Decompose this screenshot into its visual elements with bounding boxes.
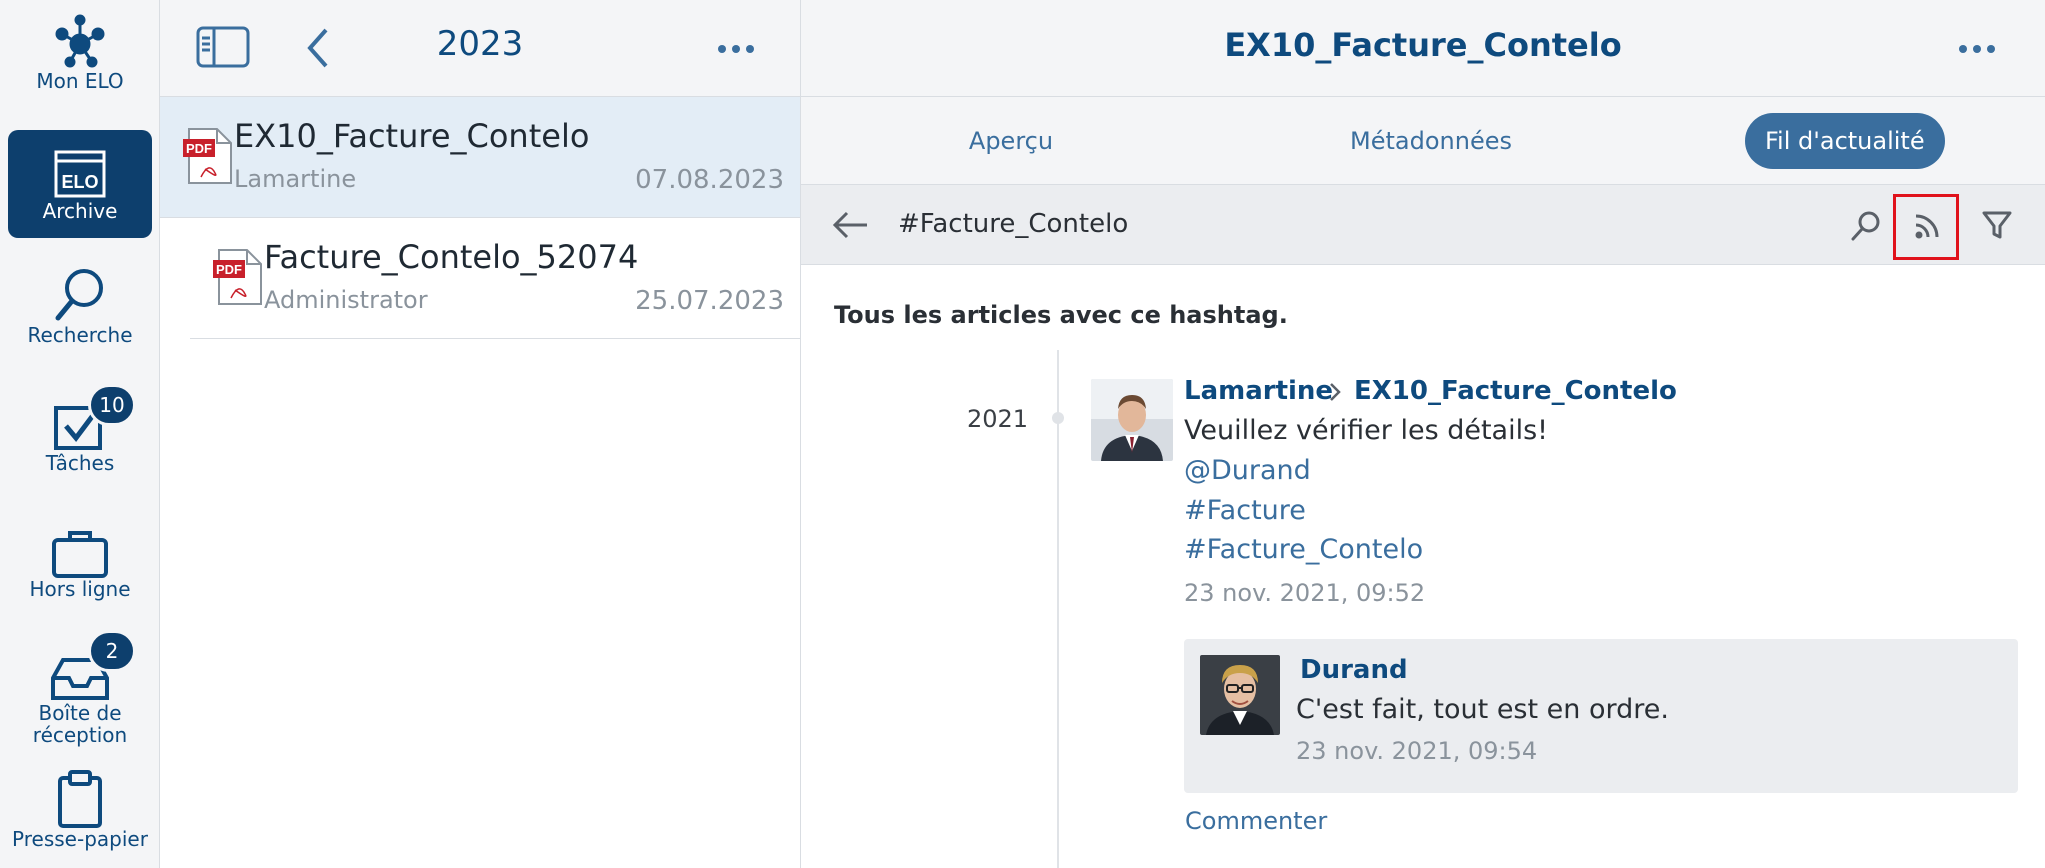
nav-label: Presse-papier [12, 827, 148, 851]
search-icon [8, 258, 152, 324]
inbox-icon: 2 [8, 630, 152, 702]
post-author[interactable]: Lamartine [1184, 376, 1333, 406]
rss-feed-icon[interactable] [1912, 211, 1942, 245]
tab-metadonnees[interactable]: Métadonnées [1331, 113, 1531, 169]
hashtag-bar: #Facture_Contelo [801, 185, 2045, 265]
detail-tabs: Aperçu Métadonnées Fil d'actualité [801, 97, 2045, 185]
timeline-line [1057, 350, 1059, 868]
avatar[interactable] [1200, 655, 1280, 735]
reply-text: C'est fait, tout est en ordre. [1296, 694, 1669, 725]
document-name: Facture_Contelo_52074 [264, 238, 639, 276]
nav-label: Archive [42, 199, 118, 223]
network-icon [8, 10, 152, 70]
filter-icon[interactable] [1981, 209, 2013, 245]
document-owner: Lamartine [234, 165, 357, 193]
nav-inbox[interactable]: 2 Boîte de réception [8, 630, 152, 748]
tab-fil-actualite[interactable]: Fil d'actualité [1745, 113, 1945, 169]
nav-offline[interactable]: Hors ligne [8, 512, 152, 608]
nav-search[interactable]: Recherche [8, 258, 152, 354]
reply-time: 23 nov. 2021, 09:54 [1296, 737, 1538, 765]
nav-rail: Mon ELO ELO Archive Recherche 10 Tâches … [0, 0, 160, 868]
detail-pane: EX10_Facture_Contelo Aperçu Métadonnées … [801, 0, 2045, 868]
post-time: 23 nov. 2021, 09:52 [1184, 579, 1426, 607]
document-date: 07.08.2023 [635, 165, 784, 195]
tasks-badge: 10 [88, 384, 136, 426]
post-text: Veuillez vérifier les détails! [1184, 415, 1548, 446]
post-target[interactable]: EX10_Facture_Contelo [1354, 376, 1677, 406]
list-header: 2023 [160, 0, 800, 97]
nav-label: Recherche [27, 323, 133, 347]
nav-clipboard[interactable]: Presse-papier [8, 762, 152, 862]
reply-author[interactable]: Durand [1300, 655, 1408, 685]
hashtag-link[interactable]: #Facture_Contelo [1184, 534, 1423, 565]
timeline-year: 2021 [967, 405, 1029, 433]
feed-intro: Tous les articles avec ce hashtag. [834, 301, 1288, 329]
comment-link[interactable]: Commenter [1185, 807, 1327, 835]
detail-header: EX10_Facture_Contelo [801, 0, 2045, 97]
document-name: EX10_Facture_Contelo [234, 117, 590, 155]
svg-text:ELO: ELO [61, 172, 98, 192]
elo-archive-icon: ELO [8, 130, 152, 200]
search-icon[interactable] [1849, 209, 1883, 247]
nav-label: Mon ELO [36, 69, 124, 93]
svg-text:PDF: PDF [186, 141, 212, 156]
checkbox-icon: 10 [8, 384, 152, 452]
list-title: 2023 [436, 24, 524, 64]
timeline-dot [1052, 412, 1064, 424]
avatar[interactable] [1091, 379, 1173, 461]
nav-label: Boîte de réception [32, 701, 128, 747]
nav-tasks[interactable]: 10 Tâches [8, 384, 152, 480]
hashtag-title: #Facture_Contelo [898, 209, 1129, 239]
more-icon[interactable] [716, 40, 756, 59]
nav-archive[interactable]: ELO Archive [8, 130, 152, 238]
chevron-right-icon [1327, 381, 1343, 407]
list-item[interactable]: PDF EX10_Facture_Contelo Lamartine 07.08… [160, 97, 800, 218]
svg-text:PDF: PDF [216, 262, 242, 277]
back-arrow-icon[interactable] [831, 209, 869, 245]
mention-link[interactable]: @Durand [1184, 455, 1311, 486]
nav-label: Tâches [45, 451, 115, 475]
list-item[interactable]: PDF Facture_Contelo_52074 Administrator … [190, 218, 800, 339]
document-owner: Administrator [264, 286, 428, 314]
nav-label: Hors ligne [29, 577, 131, 601]
clipboard-icon [8, 762, 152, 828]
briefcase-icon [8, 512, 152, 578]
tab-apercu[interactable]: Aperçu [931, 113, 1091, 169]
hashtag-link[interactable]: #Facture [1184, 495, 1306, 526]
pdf-file-icon: PDF [183, 127, 233, 185]
inbox-badge: 2 [88, 630, 136, 672]
reply-card: Durand C'est fait, tout est en ordre. 23… [1184, 639, 2018, 793]
document-list-pane: 2023 PDF EX10_Facture_Contelo Lamartine … [160, 0, 801, 868]
more-icon[interactable] [1957, 40, 1997, 59]
pdf-file-icon: PDF [213, 248, 263, 306]
nav-mon-elo[interactable]: Mon ELO [8, 10, 152, 106]
detail-title: EX10_Facture_Contelo [1224, 26, 1622, 64]
document-date: 25.07.2023 [635, 286, 784, 316]
